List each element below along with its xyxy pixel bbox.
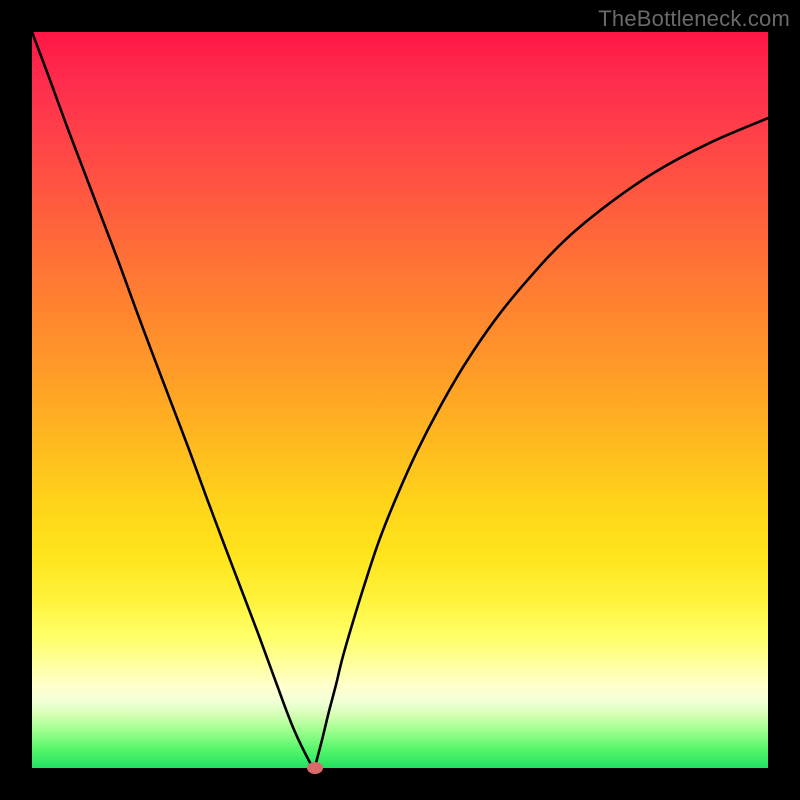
curve-svg: [32, 32, 768, 768]
curve-right-branch: [315, 118, 768, 768]
chart-frame: TheBottleneck.com: [0, 0, 800, 800]
watermark-text: TheBottleneck.com: [598, 6, 790, 32]
minimum-marker: [307, 762, 323, 774]
curve-left-branch: [32, 32, 315, 768]
plot-area: [32, 32, 768, 768]
